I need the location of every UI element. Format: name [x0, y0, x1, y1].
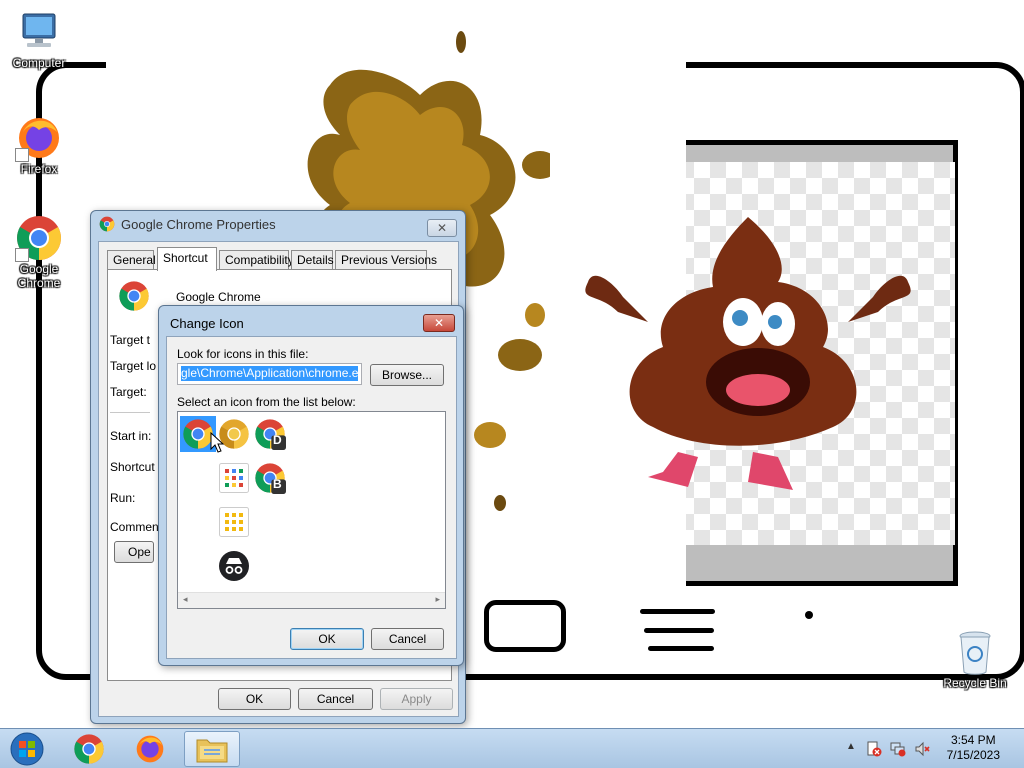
- select-icon-label: Select an icon from the list below:: [177, 395, 356, 409]
- desktop-icon-label: Computer: [12, 56, 66, 70]
- taskbar-chrome-button[interactable]: [61, 731, 117, 767]
- icon-option-chrome-beta[interactable]: B: [252, 460, 288, 496]
- change-icon-dialog[interactable]: Change Icon ✕ Look for icons in this fil…: [158, 305, 464, 666]
- windows-start-icon: [10, 732, 44, 766]
- field-label-target-location: Target lo: [110, 359, 157, 373]
- start-button[interactable]: [0, 731, 54, 767]
- taskbar-firefox-button[interactable]: [122, 731, 178, 767]
- system-clock[interactable]: 3:54 PM 7/15/2023: [947, 733, 1000, 763]
- icon-file-path-input[interactable]: gle\Chrome\Application\chrome.exe: [177, 363, 362, 385]
- field-label-run: Run:: [110, 491, 136, 505]
- change-icon-ok-button[interactable]: OK: [290, 628, 364, 650]
- close-icon: ✕: [436, 221, 448, 235]
- field-label-target: Target:: [110, 385, 147, 399]
- chrome-icon: [15, 214, 63, 262]
- beta-badge: B: [273, 477, 282, 491]
- chrome-icon: [99, 216, 115, 232]
- close-icon: ✕: [433, 316, 445, 330]
- tab-general[interactable]: General: [107, 250, 156, 270]
- wallpaper-poo-character: [585, 217, 911, 490]
- shortcut-arrow-icon: [15, 148, 29, 162]
- change-icon-cancel-button[interactable]: Cancel: [371, 628, 444, 650]
- recycle-bin-icon: [955, 630, 995, 676]
- icon-option-apps-grid[interactable]: [216, 460, 252, 496]
- desktop-icon-label: Firefox: [20, 162, 58, 176]
- desktop-icon-label: Recycle Bin: [943, 676, 1007, 690]
- browse-button[interactable]: Browse...: [370, 364, 444, 386]
- chrome-icon: [74, 734, 104, 764]
- chrome-icon: [118, 280, 150, 312]
- properties-ok-button[interactable]: OK: [218, 688, 291, 710]
- action-center-icon[interactable]: [866, 741, 882, 757]
- change-icon-title-bar: Change Icon: [170, 316, 244, 331]
- taskbar: ▲ 3:54 PM 7/15/2023: [0, 728, 1024, 768]
- divider: [110, 412, 150, 413]
- desktop-icon-chrome[interactable]: Google Chrome: [4, 214, 74, 290]
- clock-time: 3:54 PM: [950, 733, 996, 747]
- network-icon[interactable]: [890, 741, 906, 757]
- firefox-icon: [15, 114, 63, 162]
- clock-date: 7/15/2023: [946, 748, 1000, 762]
- dev-badge: D: [273, 433, 282, 447]
- desktop-icon-computer[interactable]: Computer: [4, 8, 74, 70]
- change-icon-body: Look for icons in this file: gle\Chrome\…: [166, 336, 457, 659]
- desktop-icon-label: Google Chrome: [17, 262, 61, 290]
- apps-grid-yellow-icon: [219, 507, 249, 537]
- show-hidden-icons-icon[interactable]: ▲: [846, 741, 856, 752]
- wallpaper-menu-line: [644, 628, 714, 633]
- wallpaper-home-shape: [484, 600, 566, 652]
- properties-title: Google Chrome Properties: [121, 216, 276, 232]
- change-icon-close-button[interactable]: ✕: [423, 314, 455, 332]
- icon-option-apps-grid-yellow[interactable]: [216, 504, 252, 540]
- tab-shortcut[interactable]: Shortcut: [157, 247, 217, 271]
- tab-details[interactable]: Details: [291, 250, 334, 270]
- folder-icon: [196, 739, 228, 763]
- desktop-icon-recycle-bin[interactable]: Recycle Bin: [940, 630, 1010, 690]
- scroll-right-icon[interactable]: ▸: [435, 594, 440, 605]
- volume-muted-icon[interactable]: [914, 741, 930, 757]
- wallpaper-dot: [805, 611, 813, 619]
- change-icon-title: Change Icon: [170, 316, 244, 331]
- taskbar-explorer-button[interactable]: [184, 731, 240, 767]
- open-file-location-button[interactable]: Ope: [114, 541, 154, 563]
- icon-option-incognito[interactable]: [216, 548, 252, 584]
- wallpaper-menu-line: [640, 609, 715, 614]
- computer-icon: [15, 8, 63, 56]
- mouse-cursor-icon: [210, 432, 224, 453]
- field-label-target-type: Target t: [110, 333, 151, 347]
- wallpaper-menu-line: [648, 646, 714, 651]
- properties-cancel-button[interactable]: Cancel: [298, 688, 373, 710]
- properties-close-button[interactable]: ✕: [427, 219, 457, 237]
- icon-option-chrome-dev[interactable]: D: [252, 416, 288, 452]
- apps-grid-icon: [219, 463, 249, 493]
- field-label-shortcut-key: Shortcut: [110, 460, 155, 474]
- tab-previous-versions[interactable]: Previous Versions: [335, 250, 437, 270]
- field-label-comment: Commen: [110, 520, 159, 534]
- field-label-start-in: Start in:: [110, 429, 152, 443]
- incognito-icon: [219, 551, 249, 581]
- desktop-icon-firefox[interactable]: Firefox: [4, 114, 74, 176]
- properties-apply-button[interactable]: Apply: [380, 688, 453, 710]
- app-name: Google Chrome: [176, 290, 261, 304]
- firefox-icon: [136, 735, 164, 763]
- icon-list-scrollbar[interactable]: ◂ ▸: [178, 592, 445, 608]
- shortcut-arrow-icon: [15, 248, 29, 262]
- properties-title-bar: Google Chrome Properties: [99, 216, 276, 232]
- file-path-text: gle\Chrome\Application\chrome.exe: [181, 366, 358, 381]
- look-for-icons-label: Look for icons in this file:: [177, 347, 309, 361]
- tab-compatibility[interactable]: Compatibility: [219, 250, 294, 270]
- scroll-left-icon[interactable]: ◂: [183, 594, 188, 605]
